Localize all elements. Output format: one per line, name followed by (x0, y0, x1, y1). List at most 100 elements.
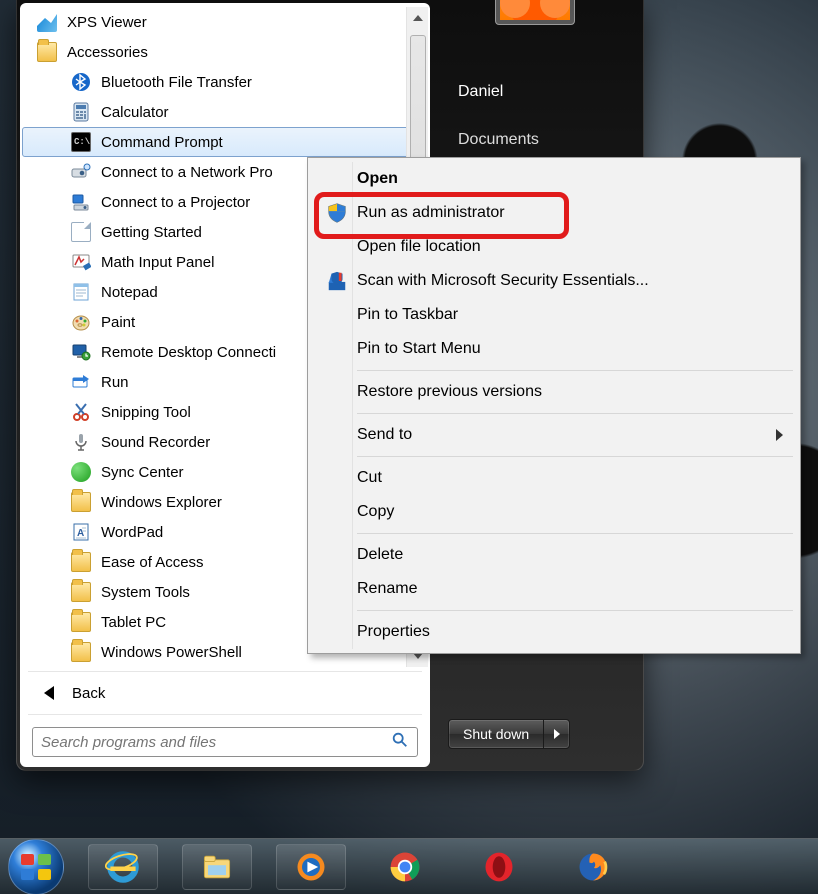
program-label: WordPad (101, 524, 163, 541)
bluetooth-icon (71, 72, 91, 92)
ctx-send-to[interactable]: Send to (311, 418, 797, 452)
program-label: Bluetooth File Transfer (101, 74, 252, 91)
shield-icon (317, 202, 357, 224)
program-label: Remote Desktop Connecti (101, 344, 276, 361)
snipping-icon (71, 402, 91, 422)
ctx-run-as-administrator[interactable]: Run as administrator (311, 196, 797, 230)
math-input-icon (71, 252, 91, 272)
context-menu: Open Run as administrator Open file loca… (307, 157, 801, 654)
ctx-cut[interactable]: Cut (311, 461, 797, 495)
ctx-pin-start-menu[interactable]: Pin to Start Menu (311, 332, 797, 366)
back-button[interactable]: Back (22, 676, 428, 710)
program-label: Run (101, 374, 129, 391)
search-icon (391, 731, 409, 753)
wmp-icon (293, 849, 329, 885)
back-label: Back (72, 685, 105, 702)
taskbar (0, 838, 818, 894)
program-label: XPS Viewer (67, 14, 147, 31)
taskbar-wmp[interactable] (276, 844, 346, 890)
ctx-delete[interactable]: Delete (311, 538, 797, 572)
program-label: Sound Recorder (101, 434, 210, 451)
ctx-pin-taskbar[interactable]: Pin to Taskbar (311, 298, 797, 332)
ctx-label: Properties (357, 623, 430, 641)
projector-icon (71, 192, 91, 212)
cmd-icon: C:\ (71, 132, 91, 152)
program-label: Tablet PC (101, 614, 166, 631)
ctx-copy[interactable]: Copy (311, 495, 797, 529)
program-xps-viewer[interactable]: XPS Viewer (22, 7, 428, 37)
windows-logo-icon (21, 854, 51, 880)
ctx-restore-previous-versions[interactable]: Restore previous versions (311, 375, 797, 409)
xps-icon (37, 12, 57, 32)
ctx-properties[interactable]: Properties (311, 615, 797, 649)
explorer-icon (199, 849, 235, 885)
divider (28, 671, 422, 672)
rdp-icon (71, 342, 91, 362)
wordpad-icon: A (71, 522, 91, 542)
divider (28, 714, 422, 715)
ctx-separator (357, 456, 793, 457)
search-input[interactable] (41, 734, 391, 751)
program-label: Snipping Tool (101, 404, 191, 421)
ctx-label: Pin to Start Menu (357, 340, 481, 358)
taskbar-chrome[interactable] (370, 844, 440, 890)
ctx-label: Rename (357, 580, 417, 598)
shutdown-options-arrow-icon[interactable] (543, 720, 569, 748)
program-label: Notepad (101, 284, 158, 301)
taskbar-firefox[interactable] (558, 844, 628, 890)
program-label: Sync Center (101, 464, 184, 481)
start-button[interactable] (8, 839, 64, 894)
ctx-open[interactable]: Open (311, 162, 797, 196)
ctx-label: Pin to Taskbar (357, 306, 458, 324)
microphone-icon (71, 432, 91, 452)
program-label: Ease of Access (101, 554, 204, 571)
folder-icon (71, 612, 91, 632)
getting-started-icon (71, 222, 91, 242)
ctx-open-file-location[interactable]: Open file location (311, 230, 797, 264)
ctx-label: Open (357, 170, 398, 188)
notepad-icon (71, 282, 91, 302)
ctx-label: Scan with Microsoft Security Essentials.… (357, 272, 649, 290)
ctx-label: Run as administrator (357, 204, 505, 222)
ctx-rename[interactable]: Rename (311, 572, 797, 606)
ctx-label: Cut (357, 469, 382, 487)
program-label: Command Prompt (101, 134, 223, 151)
taskbar-opera[interactable] (464, 844, 534, 890)
ie-icon (105, 849, 141, 885)
ctx-separator (357, 370, 793, 371)
opera-icon (481, 849, 517, 885)
ctx-separator (357, 610, 793, 611)
program-calculator[interactable]: Calculator (22, 97, 428, 127)
taskbar-explorer[interactable] (182, 844, 252, 890)
scroll-up-icon[interactable] (407, 7, 428, 29)
program-label: Calculator (101, 104, 169, 121)
svg-text:A: A (77, 528, 84, 539)
ctx-scan-mse[interactable]: Scan with Microsoft Security Essentials.… (311, 264, 797, 298)
taskbar-ie[interactable] (88, 844, 158, 890)
program-label: Windows Explorer (101, 494, 222, 511)
program-label: Windows PowerShell (101, 644, 242, 661)
explorer-icon (71, 492, 91, 512)
search-box[interactable] (32, 727, 418, 757)
ctx-label: Copy (357, 503, 394, 521)
sync-icon (71, 462, 91, 482)
folder-icon (71, 642, 91, 662)
program-label: Getting Started (101, 224, 202, 241)
program-command-prompt[interactable]: C:\ Command Prompt (22, 127, 428, 157)
ctx-label: Open file location (357, 238, 481, 256)
program-label: Math Input Panel (101, 254, 214, 271)
calculator-icon (71, 102, 91, 122)
program-label: Accessories (67, 44, 148, 61)
folder-accessories[interactable]: Accessories (22, 37, 428, 67)
shutdown-label: Shut down (449, 720, 543, 748)
user-picture (500, 0, 570, 20)
user-picture-frame[interactable] (495, 0, 575, 25)
shutdown-button[interactable]: Shut down (448, 719, 570, 749)
program-bluetooth-file-transfer[interactable]: Bluetooth File Transfer (22, 67, 428, 97)
submenu-arrow-icon (776, 429, 783, 441)
documents-link[interactable]: Documents (458, 131, 640, 149)
user-name-link[interactable]: Daniel (458, 83, 640, 101)
back-arrow-icon (44, 686, 54, 700)
ctx-label: Restore previous versions (357, 383, 542, 401)
firefox-icon (575, 849, 611, 885)
